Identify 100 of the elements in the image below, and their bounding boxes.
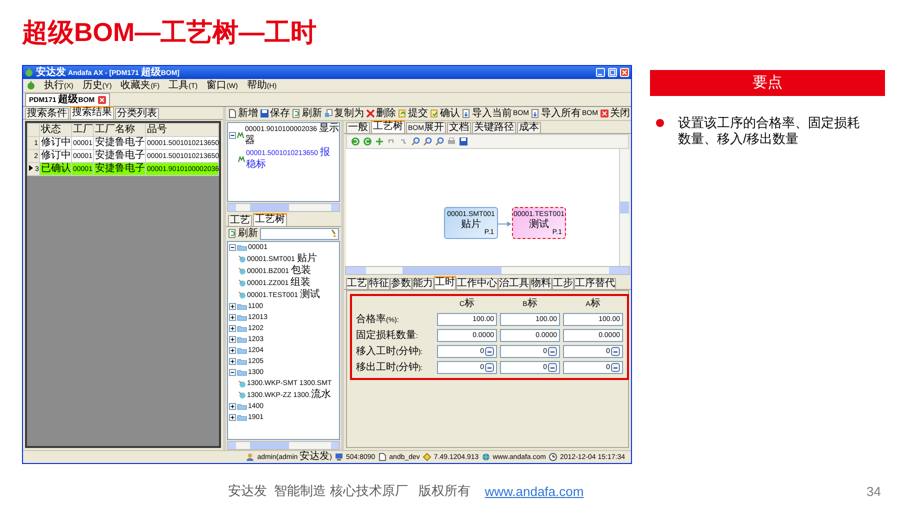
- delete-icon: [366, 109, 375, 118]
- minimize-icon[interactable]: [596, 68, 605, 77]
- refresh-icon[interactable]: [351, 137, 360, 146]
- expand-icon[interactable]: [229, 347, 236, 354]
- expand-icon[interactable]: [229, 403, 236, 410]
- process-step-icon: [238, 267, 246, 275]
- toolbar-button[interactable]: 删除: [366, 108, 396, 119]
- brush-icon[interactable]: [330, 229, 338, 238]
- import-icon: [462, 109, 471, 118]
- ellipsis-button-icon[interactable]: [485, 363, 494, 372]
- printer-icon[interactable]: [447, 137, 456, 146]
- globe-icon: [482, 453, 490, 461]
- node-name: 贴片: [461, 220, 481, 231]
- tab[interactable]: 搜索结果: [70, 106, 114, 119]
- part-icon: [237, 132, 244, 138]
- search-field[interactable]: [260, 228, 339, 240]
- expand-icon[interactable]: [229, 325, 236, 332]
- tab[interactable]: 文档: [446, 122, 471, 133]
- app-logo-icon: [25, 68, 33, 77]
- vertical-scrollbar[interactable]: [619, 149, 629, 266]
- tab[interactable]: 成本: [516, 122, 541, 133]
- tab[interactable]: 工步: [552, 278, 574, 289]
- tab[interactable]: 工艺树: [253, 213, 287, 226]
- zoom-icon[interactable]: [435, 137, 444, 146]
- tab[interactable]: 搜索条件: [25, 108, 69, 119]
- toolbar-button[interactable]: 刷新: [292, 108, 322, 119]
- column-header[interactable]: 状态: [40, 124, 72, 136]
- ellipsis-button-icon[interactable]: [548, 363, 557, 372]
- close-icon: [600, 109, 609, 118]
- expand-icon[interactable]: [229, 414, 236, 421]
- horizontal-scrollbar[interactable]: [227, 441, 340, 450]
- slide-title: 超级BOM—工艺树—工时: [22, 16, 317, 48]
- collapse-icon[interactable]: [229, 244, 236, 251]
- tab[interactable]: 工艺树: [371, 120, 405, 133]
- column-header[interactable]: 工厂名称: [94, 124, 146, 136]
- expand-icon[interactable]: [229, 314, 236, 321]
- submit-icon: [398, 109, 407, 118]
- tab[interactable]: 关键路径: [472, 122, 516, 133]
- tab[interactable]: 工艺: [346, 278, 368, 289]
- column-header[interactable]: 品号: [146, 124, 218, 136]
- copy-icon: [324, 109, 333, 118]
- node-name: 测试: [529, 220, 549, 231]
- process-step-icon: [238, 279, 246, 287]
- tab[interactable]: 工序替代: [574, 278, 616, 289]
- key-points-header: 要点: [650, 70, 885, 96]
- folder-icon: [237, 244, 247, 251]
- toolbar-button[interactable]: 关闭: [600, 108, 630, 119]
- close-icon[interactable]: [620, 68, 629, 77]
- footer-link[interactable]: www.andafa.com: [484, 484, 584, 498]
- horizontal-scrollbar[interactable]: [227, 203, 340, 212]
- import-icon: [530, 109, 540, 118]
- maximize-icon[interactable]: [608, 68, 617, 77]
- connector-arrow: [498, 221, 512, 227]
- ellipsis-button-icon[interactable]: [611, 363, 620, 372]
- collapse-icon[interactable]: [229, 132, 236, 138]
- expand-icon[interactable]: [229, 336, 236, 343]
- part-icon: [238, 156, 245, 162]
- ellipsis-button-icon[interactable]: [611, 347, 620, 356]
- expand-icon[interactable]: [229, 358, 236, 365]
- monitor-icon: [334, 453, 343, 461]
- user-icon: [246, 453, 254, 461]
- plus-icon[interactable]: [375, 137, 384, 146]
- toolbar-button[interactable]: 确认: [430, 108, 460, 119]
- refresh-icon: [228, 229, 237, 238]
- collapse-icon[interactable]: [229, 369, 236, 376]
- zoom-out-icon[interactable]: [423, 137, 432, 146]
- process-step-icon: [238, 380, 246, 388]
- tab[interactable]: 工艺: [228, 215, 252, 226]
- zoom-in-icon[interactable]: [411, 137, 420, 146]
- toolbar-button[interactable]: 新增: [228, 108, 258, 119]
- expand-icon[interactable]: [229, 303, 236, 310]
- row-pointer-icon: [29, 164, 33, 170]
- tab[interactable]: 治工具: [498, 278, 530, 289]
- refresh-button[interactable]: 刷新: [228, 228, 258, 239]
- horizontal-scrollbar[interactable]: [345, 266, 630, 275]
- process-step-icon: [238, 255, 246, 263]
- tab[interactable]: 工时: [434, 276, 456, 289]
- tab[interactable]: 工作中心: [456, 278, 498, 289]
- ellipsis-button-icon[interactable]: [485, 347, 494, 356]
- ellipsis-button-icon[interactable]: [548, 347, 557, 356]
- tab[interactable]: 分类列表: [115, 108, 159, 119]
- table-cell: 安捷鲁电子: [94, 136, 146, 150]
- refresh-icon: [292, 109, 301, 118]
- tab[interactable]: 物料: [530, 278, 552, 289]
- tab[interactable]: 一般: [346, 122, 370, 133]
- document-icon: [228, 109, 237, 118]
- toolbar-button[interactable]: 提交: [398, 108, 428, 119]
- toolbar-button[interactable]: 保存: [260, 108, 290, 119]
- refresh-icon[interactable]: [363, 137, 372, 146]
- close-icon[interactable]: [98, 96, 106, 104]
- column-header[interactable]: 工厂: [72, 124, 94, 136]
- tab[interactable]: 能力: [412, 278, 434, 289]
- tab[interactable]: 特征: [368, 278, 390, 289]
- toolbar-button[interactable]: 复制为: [324, 108, 364, 119]
- process-step-icon: [238, 291, 246, 299]
- diamond-icon: [422, 453, 431, 461]
- document-icon: [378, 453, 386, 461]
- table-cell: 安捷鲁电子: [94, 162, 146, 176]
- footer-text: 安达发 智能制造 核心技术原厂 版权所有: [228, 482, 471, 500]
- tab[interactable]: 参数: [390, 278, 412, 289]
